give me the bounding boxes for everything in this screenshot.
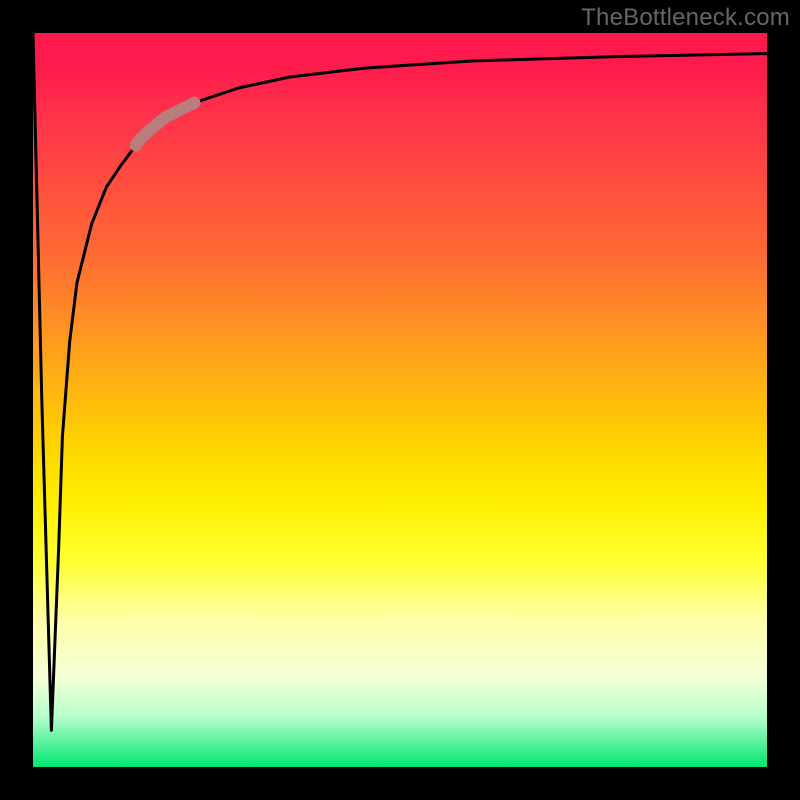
chart-frame: TheBottleneck.com bbox=[0, 0, 800, 800]
highlight-segment bbox=[136, 103, 195, 146]
watermark-text: TheBottleneck.com bbox=[581, 4, 790, 32]
plot-area bbox=[33, 33, 767, 767]
curve-svg bbox=[33, 33, 767, 767]
